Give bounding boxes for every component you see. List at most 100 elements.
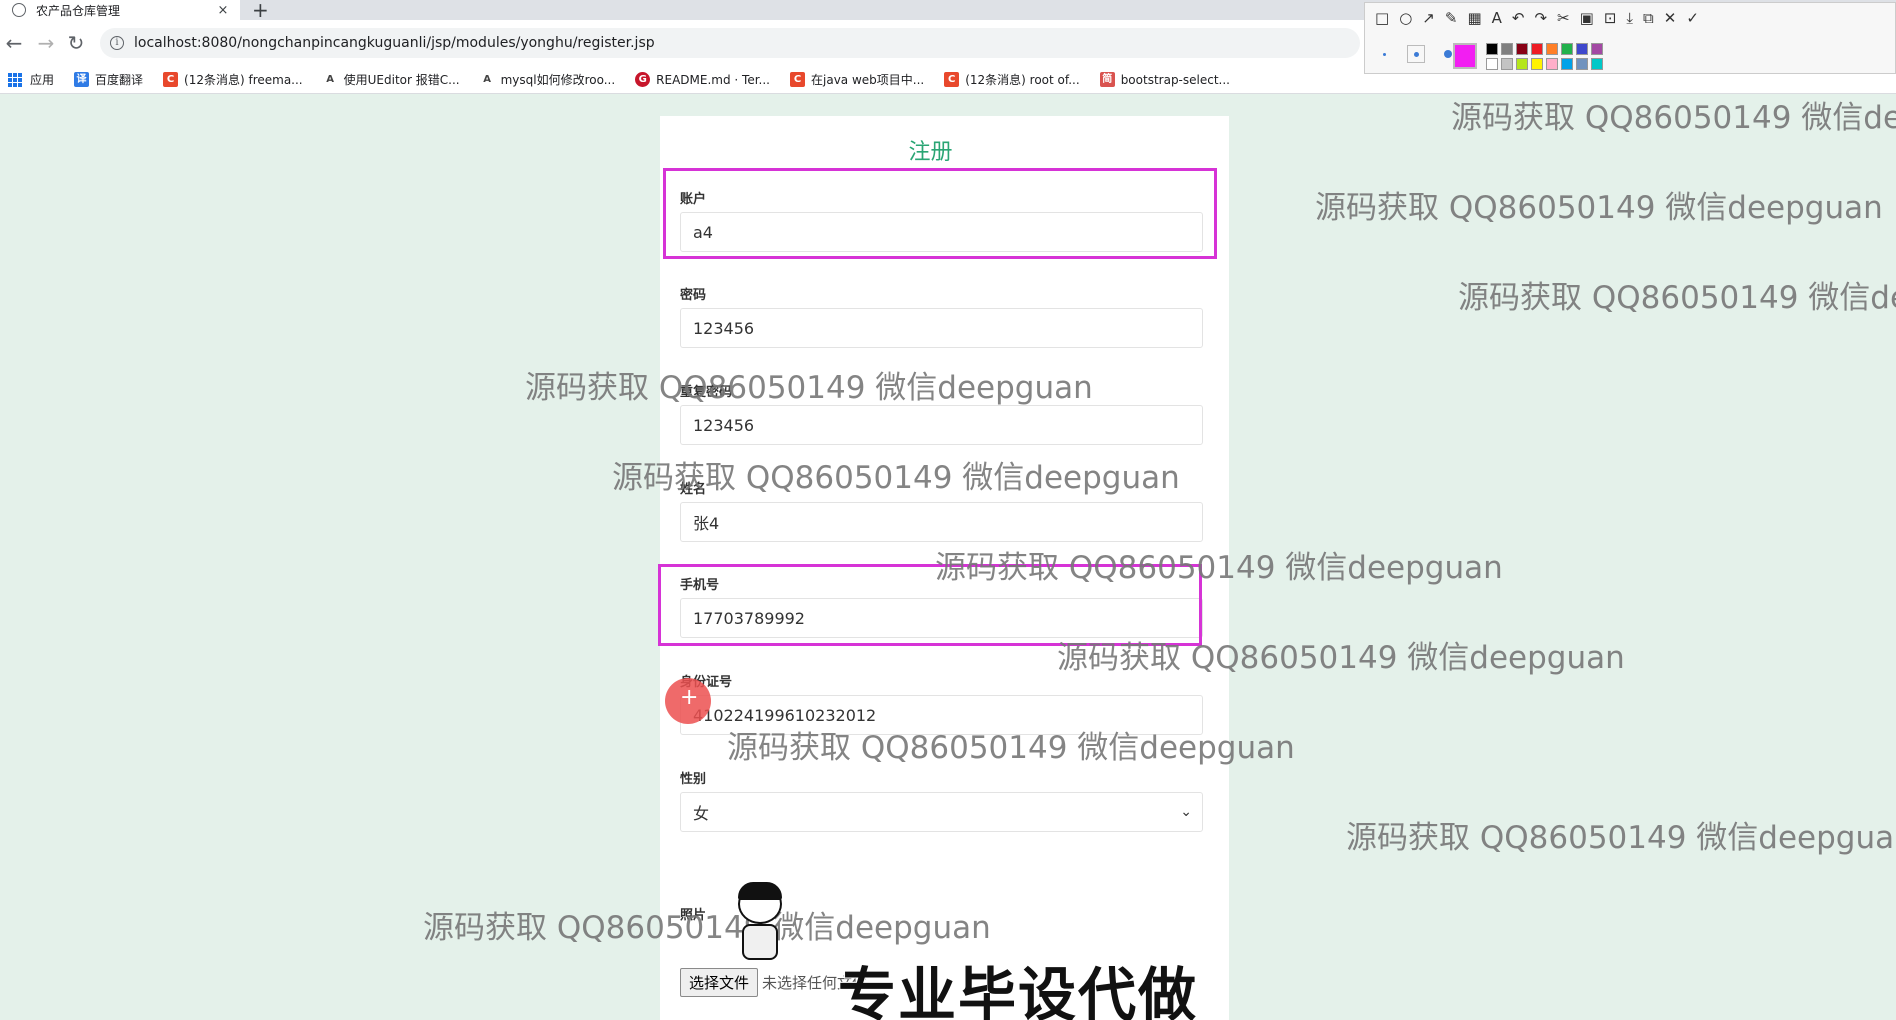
ellipse-tool-icon[interactable]: ○ bbox=[1399, 9, 1412, 27]
color-swatch[interactable] bbox=[1591, 58, 1603, 70]
cancel-icon[interactable]: ✕ bbox=[1664, 9, 1677, 27]
link-icon: A bbox=[479, 72, 495, 87]
mosaic-tool-icon[interactable]: ▦ bbox=[1467, 9, 1481, 27]
watermark: 源码获取 QQ86050149 微信deepguan bbox=[1458, 280, 1896, 316]
bookmark-item[interactable]: A mysql如何修改roo... bbox=[479, 71, 615, 88]
name-input[interactable]: 张4 bbox=[680, 502, 1203, 542]
text-tool-icon[interactable]: A bbox=[1492, 9, 1502, 27]
gitee-icon: G bbox=[635, 72, 651, 87]
color-swatch[interactable] bbox=[1546, 58, 1558, 70]
watermark: 源码获取 QQ86050149 微信deepguan bbox=[1346, 820, 1896, 856]
color-swatch[interactable] bbox=[1516, 58, 1528, 70]
gender-field-group: 性别 女 ⌄ bbox=[680, 768, 1203, 832]
undo-icon[interactable]: ↶ bbox=[1512, 9, 1525, 27]
color-swatch[interactable] bbox=[1561, 43, 1573, 55]
color-swatch[interactable] bbox=[1576, 58, 1588, 70]
translate-icon: 译 bbox=[74, 72, 90, 87]
forward-icon[interactable]: → bbox=[34, 31, 58, 55]
reload-icon[interactable]: ↻ bbox=[64, 31, 88, 55]
redo-icon[interactable]: ↷ bbox=[1534, 9, 1547, 27]
arrow-tool-icon[interactable]: ↗ bbox=[1422, 9, 1435, 27]
ocr-icon[interactable]: ▣ bbox=[1580, 9, 1594, 27]
bookmark-label: 使用UEditor 报错C... bbox=[343, 73, 460, 87]
color-swatch[interactable] bbox=[1486, 58, 1498, 70]
gender-select[interactable]: 女 ⌄ bbox=[680, 792, 1203, 832]
csdn-icon: C bbox=[790, 72, 805, 87]
color-swatch[interactable] bbox=[1546, 43, 1558, 55]
annotation-tools: □ ○ ↗ ✎ ▦ A ↶ ↷ ✂ ▣ ⊡ ⤓ ⧉ ✕ ✓ bbox=[1375, 9, 1699, 27]
annotation-rectangle bbox=[663, 168, 1217, 259]
color-swatch[interactable] bbox=[1561, 58, 1573, 70]
gender-label: 性别 bbox=[680, 772, 707, 787]
back-icon[interactable]: ← bbox=[2, 31, 26, 55]
bookmark-item[interactable]: C (12条消息) freema... bbox=[163, 71, 303, 88]
url-bar[interactable]: i localhost:8080/nongchanpincangkuguanli… bbox=[100, 28, 1360, 58]
name-field-group: 姓名 张4 bbox=[680, 478, 1203, 542]
rectangle-tool-icon[interactable]: □ bbox=[1375, 9, 1389, 27]
brush-size-small[interactable] bbox=[1375, 45, 1393, 63]
url-text: localhost:8080/nongchanpincangkuguanli/j… bbox=[134, 35, 655, 51]
bookmark-label: 百度翻译 bbox=[95, 73, 144, 87]
chevron-down-icon: ⌄ bbox=[1180, 804, 1192, 820]
tab-active[interactable]: 农产品仓库管理 × bbox=[0, 0, 240, 20]
bookmark-item[interactable]: 译 百度翻译 bbox=[74, 71, 143, 88]
id-number-input[interactable]: 410224199610232012 bbox=[680, 695, 1203, 735]
annotation-toolbar: □ ○ ↗ ✎ ▦ A ↶ ↷ ✂ ▣ ⊡ ⤓ ⧉ ✕ ✓ bbox=[1364, 2, 1896, 74]
watermark: 源码获取 QQ86050149 微信deepguan bbox=[1315, 190, 1883, 226]
copy-icon[interactable]: ⧉ bbox=[1643, 9, 1654, 27]
csdn-icon: C bbox=[163, 72, 179, 87]
save-icon[interactable]: ⤓ bbox=[1626, 9, 1633, 27]
color-swatch[interactable] bbox=[1486, 43, 1498, 55]
brush-size-medium[interactable] bbox=[1407, 45, 1425, 63]
mascot-sticker bbox=[728, 880, 790, 962]
bookmark-label: bootstrap-select... bbox=[1120, 72, 1230, 87]
current-color-swatch[interactable] bbox=[1453, 43, 1477, 69]
annotation-rectangle bbox=[658, 564, 1202, 646]
brush-size-options bbox=[1375, 45, 1457, 63]
watermark: 源码获取 QQ86050149 微信deepguan bbox=[1451, 100, 1896, 136]
password-label: 密码 bbox=[680, 288, 707, 303]
bookmark-item[interactable]: C 在java web项目中... bbox=[790, 71, 924, 88]
bookmark-label: 应用 bbox=[30, 73, 55, 87]
info-icon[interactable]: i bbox=[110, 36, 124, 50]
pin-icon[interactable]: ✂ bbox=[1557, 9, 1570, 27]
bookmark-item[interactable]: A 使用UEditor 报错C... bbox=[322, 71, 460, 88]
color-swatch[interactable] bbox=[1531, 58, 1543, 70]
gender-selected-value: 女 bbox=[693, 804, 710, 823]
tab-title: 农产品仓库管理 bbox=[36, 3, 121, 18]
color-palette bbox=[1486, 43, 1603, 70]
cursor-highlight bbox=[665, 678, 711, 724]
pen-tool-icon[interactable]: ✎ bbox=[1445, 9, 1458, 27]
bookmark-item[interactable]: 简 bootstrap-select... bbox=[1099, 72, 1230, 87]
bookmark-item[interactable]: C (12条消息) root of... bbox=[944, 71, 1080, 88]
color-swatch[interactable] bbox=[1591, 43, 1603, 55]
id-number-field-group: 身份证号 410224199610232012 bbox=[680, 671, 1203, 735]
bookmark-item[interactable]: G README.md · Ter... bbox=[635, 72, 770, 87]
color-swatch[interactable] bbox=[1501, 58, 1513, 70]
link-icon: A bbox=[322, 72, 338, 87]
new-tab-icon[interactable]: + bbox=[252, 0, 269, 22]
confirm-icon[interactable]: ✓ bbox=[1686, 9, 1699, 27]
repeat-password-label: 重复密码 bbox=[680, 385, 733, 400]
bookmark-label: 在java web项目中... bbox=[811, 73, 925, 87]
color-swatch[interactable] bbox=[1516, 43, 1528, 55]
bookmark-apps[interactable]: 应用 bbox=[8, 71, 54, 88]
color-swatch[interactable] bbox=[1501, 43, 1513, 55]
name-label: 姓名 bbox=[680, 482, 707, 497]
site-icon bbox=[12, 3, 26, 17]
choose-file-button[interactable]: 选择文件 bbox=[680, 968, 759, 997]
color-swatch[interactable] bbox=[1576, 43, 1588, 55]
bookmark-label: (12条消息) freema... bbox=[184, 73, 303, 87]
repeat-password-input[interactable]: 123456 bbox=[680, 405, 1203, 445]
close-icon[interactable]: × bbox=[214, 3, 232, 18]
page-title: 注册 bbox=[908, 140, 953, 165]
color-swatch[interactable] bbox=[1531, 43, 1543, 55]
translate-tool-icon[interactable]: ⊡ bbox=[1604, 9, 1617, 27]
apps-grid-icon bbox=[8, 72, 22, 87]
promo-overlay-text: 专业毕设代做 bbox=[837, 960, 1199, 1020]
id-number-label: 身份证号 bbox=[680, 675, 733, 690]
password-field-group: 密码 123456 bbox=[680, 284, 1203, 348]
password-input[interactable]: 123456 bbox=[680, 308, 1203, 348]
csdn-icon: C bbox=[944, 72, 960, 87]
bookmark-label: (12条消息) root of... bbox=[965, 73, 1080, 87]
